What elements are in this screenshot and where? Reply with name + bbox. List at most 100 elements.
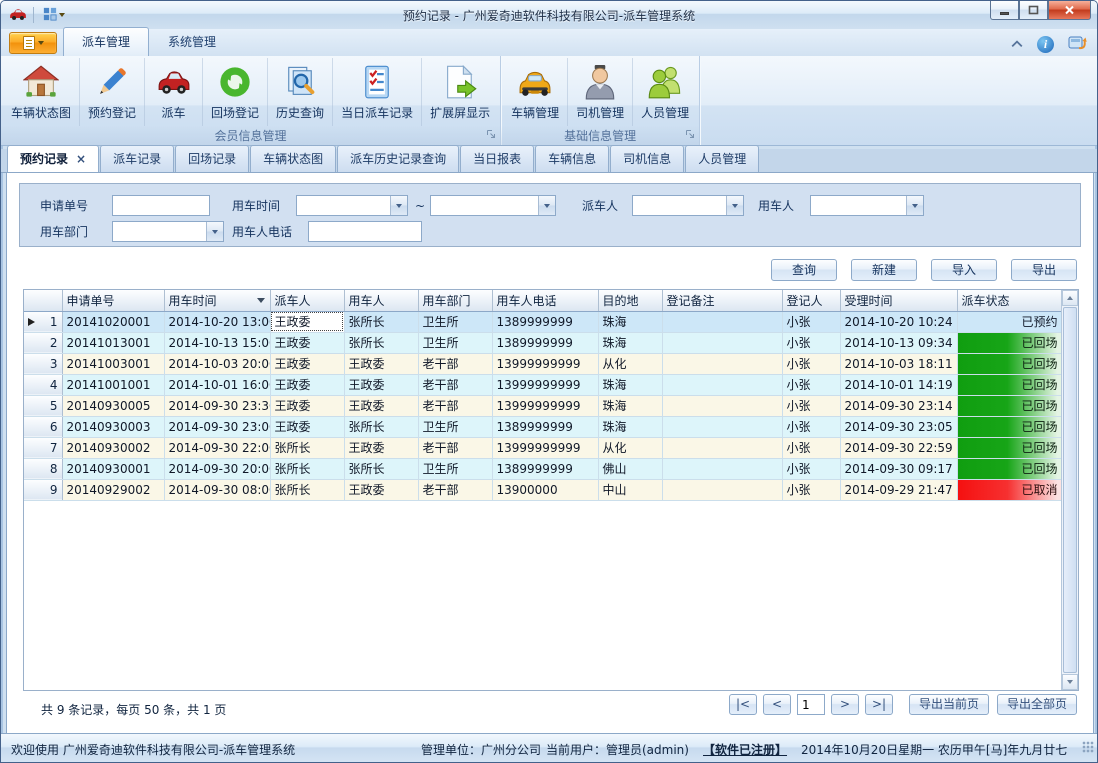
vertical-scrollbar[interactable] — [1061, 290, 1078, 690]
cell[interactable]: 张所长 — [270, 479, 344, 500]
status-cell[interactable]: 已回场 — [957, 458, 1062, 479]
combo-dropdown-button[interactable] — [726, 196, 743, 215]
cell[interactable] — [662, 458, 782, 479]
cell[interactable]: 2014-09-29 21:47 — [840, 479, 957, 500]
cell[interactable]: 小张 — [782, 374, 840, 395]
page-number-input[interactable] — [797, 694, 825, 715]
application-menu-button[interactable] — [9, 32, 57, 54]
cell[interactable] — [662, 353, 782, 374]
cell[interactable]: 20141020001 — [62, 311, 164, 332]
cell[interactable]: 王政委 — [344, 479, 418, 500]
collapse-ribbon-icon[interactable] — [1011, 37, 1023, 51]
cell[interactable]: 13999999999 — [492, 374, 598, 395]
row-indicator[interactable]: 4 — [24, 374, 62, 395]
ribbon-button-reservation[interactable]: 预约登记 — [80, 58, 145, 126]
cell[interactable] — [662, 311, 782, 332]
cell[interactable]: 王政委 — [344, 395, 418, 416]
cell[interactable]: 2014-10-03 18:11 — [840, 353, 957, 374]
use-time-to-combo[interactable] — [430, 195, 556, 216]
ribbon-button-today-dispatch-records[interactable]: 当日派车记录 — [333, 58, 422, 126]
cell[interactable]: 珠海 — [598, 416, 662, 437]
cell[interactable]: 张所长 — [270, 458, 344, 479]
table-row[interactable]: 4201410010012014-10-01 16:00王政委王政委老干部139… — [24, 374, 1062, 395]
prev-page-button[interactable]: < — [763, 694, 791, 715]
combo-dropdown-button[interactable] — [906, 196, 923, 215]
cell[interactable]: 小张 — [782, 458, 840, 479]
cell[interactable]: 老干部 — [418, 395, 492, 416]
col-application-no[interactable]: 申请单号 — [62, 290, 164, 311]
department-combo[interactable] — [112, 221, 224, 242]
use-time-from-combo[interactable] — [296, 195, 408, 216]
cell[interactable]: 王政委 — [344, 374, 418, 395]
cell[interactable]: 王政委 — [270, 395, 344, 416]
export-current-page-button[interactable]: 导出当前页 — [909, 694, 989, 715]
doc-tab-personnel-management[interactable]: 人员管理 — [685, 145, 759, 172]
resize-grip[interactable] — [1082, 741, 1094, 753]
ribbon-button-history-query[interactable]: 历史查询 — [268, 58, 333, 126]
row-indicator[interactable]: 3 — [24, 353, 62, 374]
close-tab-icon[interactable]: × — [76, 152, 86, 166]
cell[interactable]: 2014-10-03 20:00 — [164, 353, 270, 374]
cell[interactable]: 老干部 — [418, 479, 492, 500]
status-cell[interactable]: 已回场 — [957, 332, 1062, 353]
col-dispatcher[interactable]: 派车人 — [270, 290, 344, 311]
col-dispatch-status[interactable]: 派车状态 — [957, 290, 1062, 311]
col-accept-time[interactable]: 受理时间 — [840, 290, 957, 311]
close-button[interactable] — [1048, 1, 1091, 20]
cell[interactable]: 张所长 — [344, 311, 418, 332]
ribbon-tab-system[interactable]: 系统管理 — [149, 27, 235, 56]
combo-dropdown-button[interactable] — [538, 196, 555, 215]
cell[interactable]: 2014-09-30 23:30 — [164, 395, 270, 416]
table-row[interactable]: 2201410130012014-10-13 15:00王政委张所长卫生所138… — [24, 332, 1062, 353]
export-all-pages-button[interactable]: 导出全部页 — [997, 694, 1077, 715]
doc-tab-dispatch-history-query[interactable]: 派车历史记录查询 — [337, 145, 459, 172]
table-row[interactable]: 9201409290022014-09-30 08:00张所长王政委老干部139… — [24, 479, 1062, 500]
first-page-button[interactable]: |< — [729, 694, 757, 715]
doc-tab-return-records[interactable]: 回场记录 — [175, 145, 249, 172]
cell[interactable]: 20141013001 — [62, 332, 164, 353]
application-no-input[interactable] — [112, 195, 210, 216]
cell[interactable]: 1389999999 — [492, 311, 598, 332]
doc-tab-driver-info[interactable]: 司机信息 — [610, 145, 684, 172]
col-destination[interactable]: 目的地 — [598, 290, 662, 311]
cell[interactable]: 2014-10-20 10:24 — [840, 311, 957, 332]
ribbon-button-return-registration[interactable]: 回场登记 — [203, 58, 268, 126]
cell[interactable]: 老干部 — [418, 374, 492, 395]
doc-tab-vehicle-info[interactable]: 车辆信息 — [535, 145, 609, 172]
table-row[interactable]: 7201409300022014-09-30 22:00张所长王政委老干部139… — [24, 437, 1062, 458]
status-cell[interactable]: 已回场 — [957, 416, 1062, 437]
dispatcher-combo[interactable] — [632, 195, 744, 216]
cell[interactable] — [662, 416, 782, 437]
cell[interactable]: 珠海 — [598, 395, 662, 416]
cell[interactable]: 老干部 — [418, 353, 492, 374]
row-indicator[interactable]: 2 — [24, 332, 62, 353]
import-button[interactable]: 导入 — [931, 259, 997, 281]
export-button[interactable]: 导出 — [1011, 259, 1077, 281]
scroll-down-icon[interactable] — [1062, 674, 1078, 690]
cell[interactable]: 张所长 — [344, 332, 418, 353]
dialog-launcher-icon[interactable] — [685, 128, 695, 142]
cell[interactable]: 1389999999 — [492, 416, 598, 437]
query-button[interactable]: 查询 — [771, 259, 837, 281]
cell[interactable]: 小张 — [782, 416, 840, 437]
cell[interactable]: 张所长 — [270, 437, 344, 458]
cell[interactable] — [662, 332, 782, 353]
cell[interactable]: 2014-10-13 09:34 — [840, 332, 957, 353]
cell[interactable]: 卫生所 — [418, 332, 492, 353]
combo-dropdown-button[interactable] — [206, 222, 223, 241]
row-indicator[interactable]: 5 — [24, 395, 62, 416]
cell[interactable]: 20141003001 — [62, 353, 164, 374]
cell[interactable]: 小张 — [782, 479, 840, 500]
user-phone-input[interactable] — [308, 221, 422, 242]
cell[interactable]: 2014-10-01 14:19 — [840, 374, 957, 395]
status-cell[interactable]: 已预约 — [957, 311, 1062, 332]
status-cell[interactable]: 已取消 — [957, 479, 1062, 500]
cell[interactable]: 13999999999 — [492, 353, 598, 374]
combo-dropdown-button[interactable] — [390, 196, 407, 215]
cell[interactable]: 2014-09-30 22:00 — [164, 437, 270, 458]
cell[interactable]: 2014-10-13 15:00 — [164, 332, 270, 353]
cell[interactable]: 小张 — [782, 353, 840, 374]
cell[interactable]: 2014-09-30 23:00 — [164, 416, 270, 437]
row-indicator[interactable]: 9 — [24, 479, 62, 500]
row-indicator[interactable]: 7 — [24, 437, 62, 458]
